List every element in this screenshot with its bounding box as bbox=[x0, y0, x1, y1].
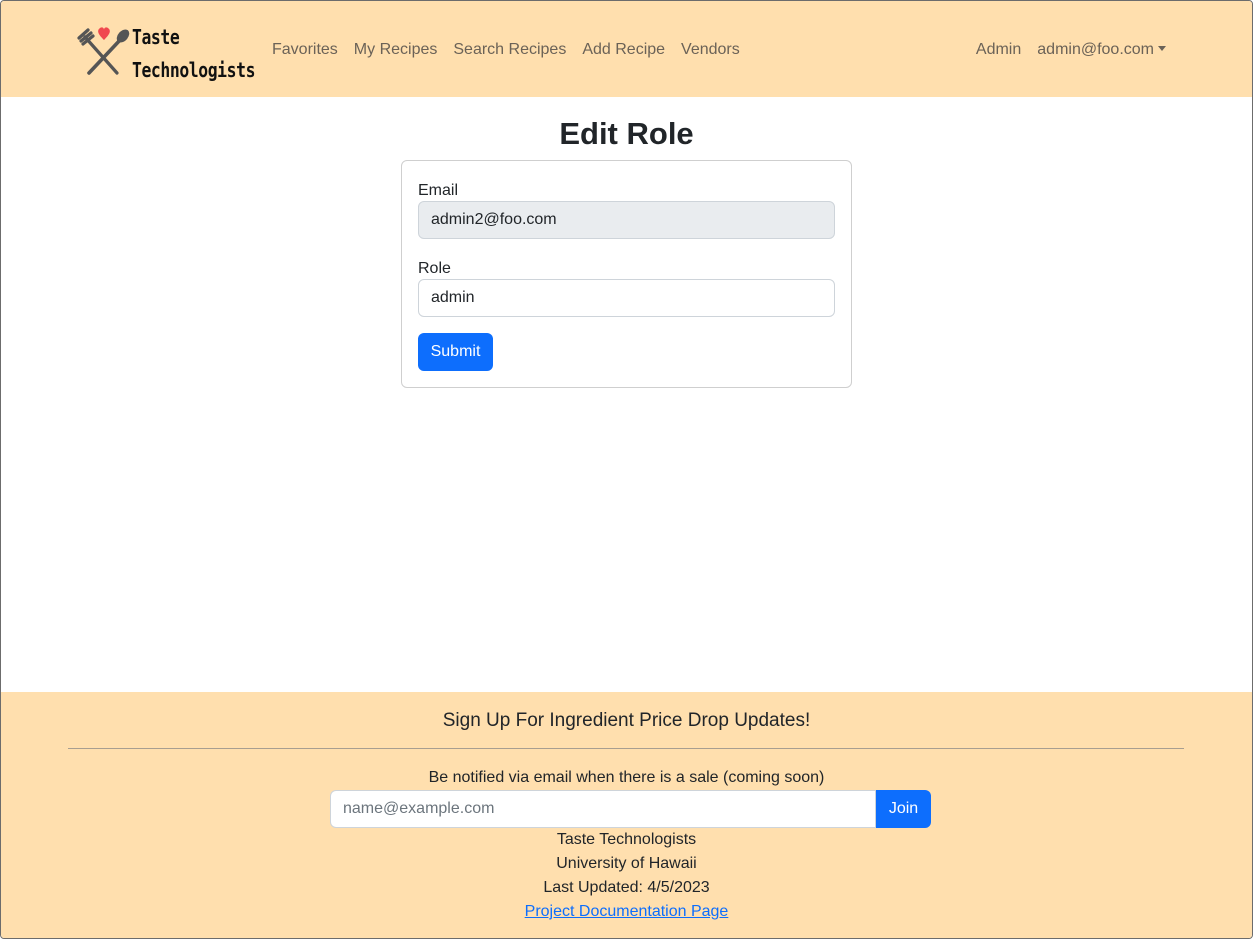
nav-right-group: Admin admin@foo.com bbox=[968, 39, 1174, 61]
main-nav-links: Favorites My Recipes Search Recipes Add … bbox=[264, 39, 748, 61]
role-field[interactable] bbox=[418, 279, 835, 317]
email-field[interactable] bbox=[418, 201, 835, 239]
footer-signup-subtext: Be notified via email when there is a sa… bbox=[428, 769, 825, 786]
browser-frame: Taste Technologists Favorites My Recipes… bbox=[0, 0, 1253, 939]
email-label: Email bbox=[418, 182, 459, 199]
submit-button[interactable]: Submit bbox=[418, 333, 493, 371]
page-title: Edit Role bbox=[559, 116, 694, 151]
footer-doc-link-wrap: Project Documentation Page bbox=[1, 902, 1252, 922]
caret-down-icon bbox=[1158, 46, 1166, 51]
footer-university: University of Hawaii bbox=[556, 855, 697, 872]
footer-divider bbox=[68, 748, 1184, 749]
top-navbar: Taste Technologists Favorites My Recipes… bbox=[1, 1, 1252, 97]
nav-link-add-recipe[interactable]: Add Recipe bbox=[574, 39, 673, 61]
nav-link-vendors[interactable]: Vendors bbox=[673, 39, 748, 61]
user-email-label: admin@foo.com bbox=[1037, 41, 1154, 58]
nav-link-my-recipes[interactable]: My Recipes bbox=[346, 39, 446, 61]
join-button[interactable]: Join bbox=[876, 790, 931, 828]
signup-email-input[interactable] bbox=[330, 790, 876, 828]
project-documentation-link[interactable]: Project Documentation Page bbox=[525, 903, 729, 920]
nav-link-favorites[interactable]: Favorites bbox=[264, 39, 346, 61]
role-label: Role bbox=[418, 260, 451, 277]
brand-name: Taste Technologists bbox=[132, 21, 255, 87]
brand-line-2: Technologists bbox=[132, 58, 256, 82]
user-dropdown-toggle[interactable]: admin@foo.com bbox=[1029, 39, 1174, 61]
footer-org-name: Taste Technologists bbox=[556, 831, 697, 848]
fork-spoon-heart-icon bbox=[77, 27, 130, 75]
nav-link-search-recipes[interactable]: Search Recipes bbox=[445, 39, 574, 61]
brand-logo-link[interactable]: Taste Technologists bbox=[77, 21, 255, 83]
footer: Sign Up For Ingredient Price Drop Update… bbox=[1, 692, 1252, 938]
brand-line-1: Taste bbox=[132, 25, 180, 49]
footer-signup-heading: Sign Up For Ingredient Price Drop Update… bbox=[442, 710, 811, 731]
nav-link-admin[interactable]: Admin bbox=[968, 39, 1029, 61]
edit-role-form: Email Role Submit bbox=[401, 160, 852, 388]
footer-last-updated: Last Updated: 4/5/2023 bbox=[543, 879, 710, 896]
